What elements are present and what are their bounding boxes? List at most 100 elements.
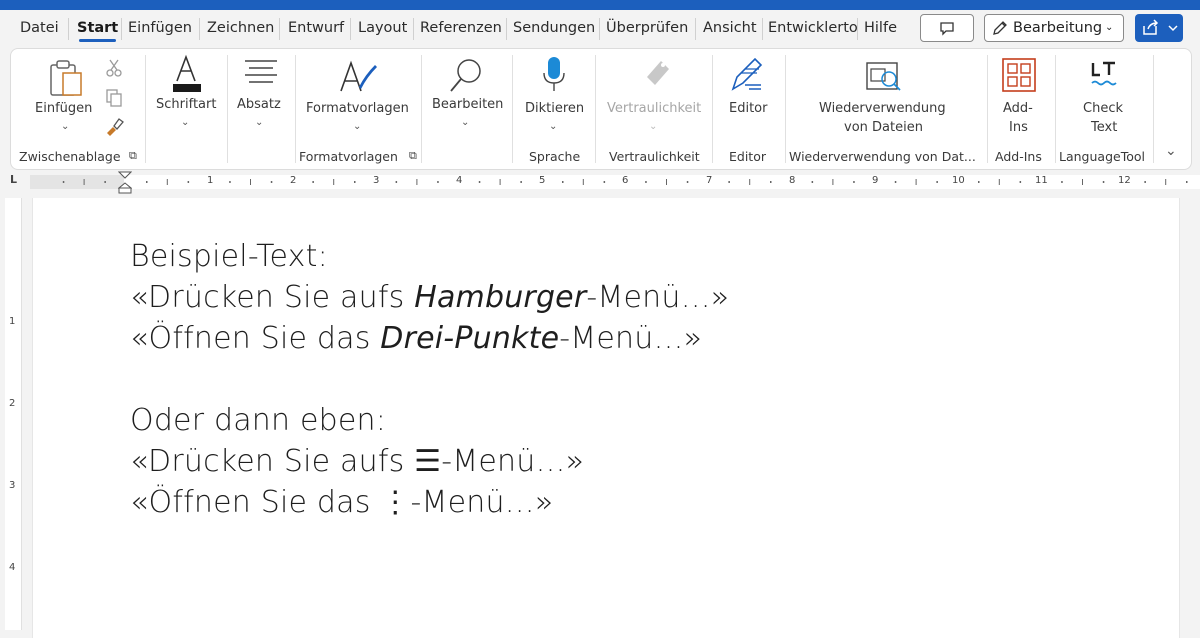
chevron-down-icon[interactable]: ⌄ [549,121,557,132]
paste-icon[interactable] [47,57,87,101]
dictate-label[interactable]: Diktieren [525,101,584,116]
chevron-down-icon[interactable]: ⌄ [255,117,263,128]
ruler-tick [416,179,418,185]
add-ins-label-1[interactable]: Add- [1003,101,1033,116]
ribbon-separator [421,55,422,163]
tab-einfuegen[interactable]: Einfügen [128,10,192,46]
share-button[interactable] [1135,14,1183,42]
dialog-launcher-icon[interactable]: ⧉ [129,149,137,163]
chevron-down-icon[interactable]: ⌄ [353,121,361,132]
styles-icon[interactable] [337,57,379,97]
tab-layout[interactable]: Layout [358,10,407,46]
chevron-down-icon[interactable]: ⌄ [61,121,69,132]
chevron-down-icon[interactable]: ⌄ [181,117,189,128]
paste-label[interactable]: Einfügen [35,101,92,116]
languagetool-icon[interactable] [1089,59,1119,91]
vertical-ruler[interactable]: 1 2 3 4 [5,198,22,630]
text-run: -Menü…» [559,321,703,356]
ruler-tick [1186,181,1188,183]
tab-entwicklertools[interactable]: Entwicklerto [768,10,858,46]
paragraph[interactable]: «Drücken Sie aufs ☰-Menü…» [130,441,729,482]
ribbon-separator [987,55,988,163]
horizontal-ruler[interactable]: L 1 2 3 4 5 6 7 8 9 10 11 12 [0,171,1200,194]
add-ins-icon[interactable] [1001,57,1037,93]
ruler-tick [1082,179,1083,185]
reuse-files-label-2[interactable]: von Dateien [844,120,923,135]
ruler-tick [270,181,273,183]
ruler-tick [395,181,398,183]
tab-zeichnen[interactable]: Zeichnen [207,10,274,46]
tab-separator [857,18,858,40]
chevron-down-icon[interactable]: ⌄ [461,117,469,128]
ruler-number: 1 [9,316,16,327]
tab-start[interactable]: Start [77,10,118,46]
tab-ansicht[interactable]: Ansicht [703,10,757,46]
chevron-down-icon: ⌄ [649,121,658,132]
paragraph[interactable]: «Öffnen Sie das ⋮-Menü…» [130,482,729,523]
copy-icon[interactable] [103,87,125,109]
ribbon-separator [512,55,513,163]
share-icon [1143,19,1178,35]
search-icon[interactable] [447,55,487,95]
ruler-tick [187,181,190,183]
ruler-tick [1165,179,1167,185]
ruler-tick [832,179,834,185]
tab-separator [695,18,696,40]
scissors-icon[interactable] [103,57,125,79]
ruler-tick [562,181,564,183]
tab-separator [121,18,122,40]
editing-label[interactable]: Bearbeiten [432,97,503,112]
paragraph[interactable]: Oder dann eben: [130,400,729,441]
ruler-tick [811,181,814,183]
group-label-voice: Sprache [529,149,581,164]
ruler-tick [603,181,606,183]
editor-icon[interactable] [727,55,767,95]
group-label-editor: Editor [729,149,766,164]
ruler-tick [853,181,855,183]
tab-datei[interactable]: Datei [20,10,59,46]
tab-referenzen[interactable]: Referenzen [420,10,502,46]
microphone-icon[interactable] [541,55,567,95]
ruler-tick [146,181,148,183]
format-painter-icon[interactable] [103,115,125,137]
paragraph[interactable]: «Drücken Sie aufs Hamburger-Menü…» [130,277,729,318]
pencil-icon [993,21,1007,35]
add-ins-label-2[interactable]: Ins [1009,120,1028,135]
ribbon-separator [227,55,228,163]
tab-separator [413,18,414,40]
ruler-tick [770,181,772,183]
tab-separator [599,18,600,40]
reuse-files-icon[interactable] [865,59,903,95]
editing-mode-button[interactable]: Bearbeitung ⌄ [984,14,1124,42]
check-text-label-2[interactable]: Text [1091,120,1117,135]
reuse-files-label-1[interactable]: Wiederverwendung [819,101,946,116]
document-page[interactable]: Beispiel-Text: «Drücken Sie aufs Hamburg… [32,198,1180,638]
empty-paragraph[interactable] [130,359,729,400]
dialog-launcher-icon[interactable]: ⧉ [409,149,417,163]
font-icon[interactable] [169,53,205,93]
group-label-sensitivity: Vertraulichkeit [609,149,700,164]
ribbon-expand-chevron-icon[interactable]: ⌄ [1165,143,1177,159]
paragraph-label[interactable]: Absatz [237,97,281,112]
comments-button[interactable] [920,14,974,42]
document-body[interactable]: Beispiel-Text: «Drücken Sie aufs Hamburg… [130,236,729,523]
tab-hilfe[interactable]: Hilfe [864,10,897,46]
tab-ueberpruefen[interactable]: Überprüfen [606,10,688,46]
comment-icon [940,22,954,36]
paragraph[interactable]: «Öffnen Sie das Drei-Punkte-Menü…» [130,318,729,359]
styles-label[interactable]: Formatvorlagen [306,101,409,116]
ruler-tick [1144,181,1146,183]
ruler-tick [437,181,439,183]
font-label[interactable]: Schriftart [156,97,216,112]
paragraph-icon[interactable] [243,57,279,87]
paragraph[interactable]: Beispiel-Text: [130,236,729,277]
tab-separator [68,18,69,40]
check-text-label-1[interactable]: Check [1083,101,1123,116]
ruler-number: 3 [9,480,16,491]
editor-label[interactable]: Editor [729,101,767,116]
group-label-styles: Formatvorlagen [299,149,398,164]
ruler-tick [1019,181,1022,183]
text-run-italic: Hamburger [414,280,587,315]
tab-entwurf[interactable]: Entwurf [288,10,344,46]
tab-sendungen[interactable]: Sendungen [513,10,595,46]
